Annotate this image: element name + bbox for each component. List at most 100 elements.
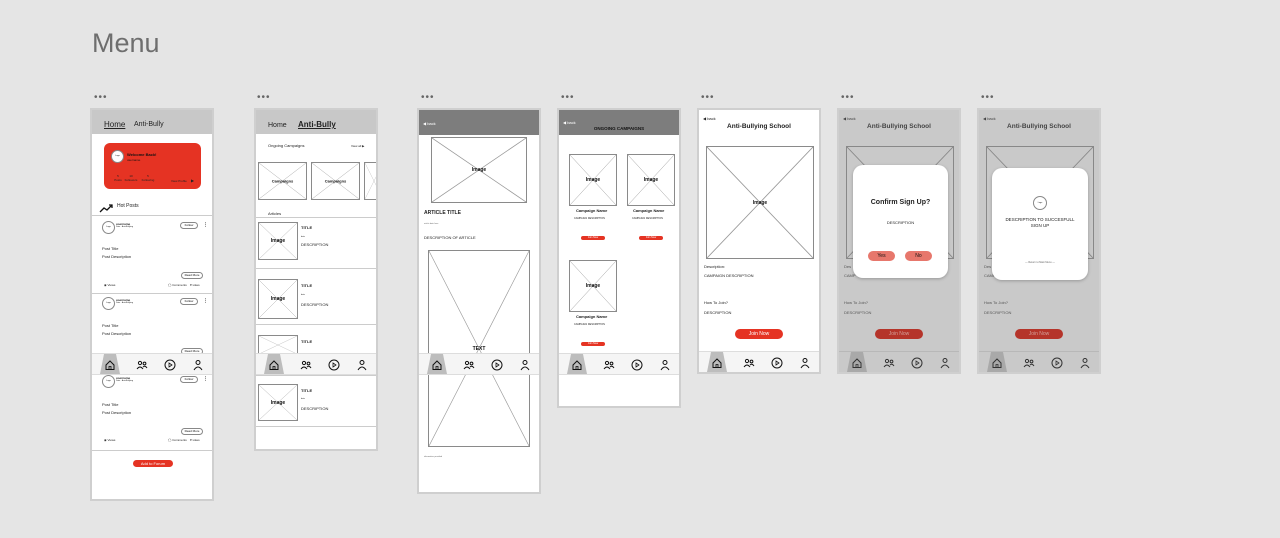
follow-button[interactable]: Follow <box>180 376 198 383</box>
post-meta: Date · Anti-Bullying <box>116 302 134 304</box>
frame-options-dots[interactable]: ••• <box>94 93 108 103</box>
article-date: date <box>301 398 305 400</box>
tab-anti-bully[interactable]: Anti-Bully <box>134 121 164 128</box>
play-icon[interactable] <box>1051 356 1063 369</box>
community-icon[interactable] <box>463 358 475 370</box>
play-icon[interactable] <box>631 358 643 371</box>
back-button[interactable]: ◀ back <box>843 116 856 121</box>
article-title: TITLE <box>301 388 313 393</box>
play-icon[interactable] <box>911 356 923 369</box>
divider <box>256 375 376 376</box>
play-icon[interactable] <box>164 358 176 371</box>
home-icon <box>268 358 280 370</box>
screen-confirm-signup: ◀ back Anti-Bullying School Des CAMP How… <box>837 108 961 374</box>
profile-icon[interactable] <box>1079 356 1091 369</box>
profile-icon[interactable] <box>799 356 811 369</box>
back-button[interactable]: ◀ back <box>983 116 996 121</box>
nav-home[interactable] <box>847 352 867 372</box>
back-button[interactable]: ◀ back <box>563 120 576 125</box>
community-icon[interactable] <box>136 358 148 370</box>
campaign-card[interactable]: Campaigns <box>258 162 307 200</box>
campaign-card[interactable]: Campaigns <box>311 162 360 200</box>
tab-home[interactable]: Home <box>104 120 125 129</box>
description-label: Des <box>844 264 852 269</box>
follow-button[interactable]: Follow <box>180 222 198 229</box>
no-button[interactable]: No <box>905 251 932 261</box>
add-to-forum-button[interactable]: Add to Forum <box>133 460 173 467</box>
frame-options-dots[interactable]: ••• <box>701 93 715 103</box>
community-icon[interactable] <box>1023 356 1035 368</box>
follow-button[interactable]: Follow <box>180 298 198 305</box>
profile-icon[interactable] <box>939 356 951 369</box>
profile-icon[interactable] <box>659 358 671 371</box>
back-button[interactable]: ◀ back <box>423 121 436 126</box>
views-count: ◉ Views <box>104 283 116 287</box>
how-to-join-label: How To Join? <box>984 300 1008 305</box>
divider <box>256 426 376 427</box>
comments-count[interactable]: ◯ Comments <box>168 438 187 442</box>
article-row[interactable]: Image TITLE date DESCRIPTION <box>256 219 376 269</box>
frame-options-dots[interactable]: ••• <box>561 93 575 103</box>
post-description: Post Description <box>102 410 132 415</box>
stat-followers: 10 Followers <box>124 174 138 182</box>
trending-icon <box>99 200 113 213</box>
play-icon[interactable] <box>328 358 340 371</box>
article-date: article date here <box>424 223 439 225</box>
post-card[interactable]: Logo username Date · Anti-Bullying Follo… <box>92 295 212 355</box>
confirm-description: DESCRIPTION <box>886 220 915 225</box>
likes-count[interactable]: ♥ Likes <box>190 438 200 442</box>
nav-home[interactable] <box>264 354 284 374</box>
nav-home[interactable] <box>427 354 447 374</box>
more-icon[interactable]: ⋮ <box>203 376 208 382</box>
tab-home[interactable]: Home <box>268 122 287 129</box>
view-profile-link[interactable]: View Profile <box>171 179 187 183</box>
post-card[interactable]: Logo username Date · Anti-Bullying Follo… <box>92 217 212 293</box>
nav-home[interactable] <box>987 352 1007 372</box>
play-icon[interactable] <box>771 356 783 369</box>
description-label: Des <box>984 264 992 269</box>
frame-options-dots[interactable]: ••• <box>257 93 271 103</box>
play-icon[interactable] <box>491 358 503 371</box>
likes-count[interactable]: ♥ Likes <box>190 283 200 287</box>
campaign-description: CAMPAIGN DESCRIPTION <box>574 217 605 220</box>
profile-icon[interactable] <box>192 358 204 371</box>
read-more-button[interactable]: Read More <box>181 272 203 279</box>
post-title: Post Title <box>102 323 119 328</box>
community-icon[interactable] <box>603 358 615 370</box>
home-icon <box>851 356 863 368</box>
logo: Logo <box>1033 196 1047 210</box>
post-card[interactable]: Logo username Date · Anti-Bullying Follo… <box>92 375 212 451</box>
article-description: DESCRIPTION <box>301 302 329 307</box>
comments-count[interactable]: ◯ Comments <box>168 283 187 287</box>
profile-icon[interactable] <box>519 358 531 371</box>
view-all-link[interactable]: View all ▶ <box>351 144 364 148</box>
back-button[interactable]: ◀ back <box>703 116 716 121</box>
tab-anti-bully[interactable]: Anti-Bully <box>298 120 336 129</box>
yes-button[interactable]: Yes <box>868 251 895 261</box>
community-icon[interactable] <box>300 358 312 370</box>
more-icon[interactable]: ⋮ <box>203 298 208 304</box>
community-icon[interactable] <box>883 356 895 368</box>
campaign-title: Anti-Bullying School <box>1007 123 1071 130</box>
join-now-button[interactable]: Join Now <box>735 329 783 339</box>
frame-options-dots[interactable]: ••• <box>841 93 855 103</box>
profile-icon[interactable] <box>356 358 368 371</box>
welcome-card: Logo Welcome Back! username 5 Posts 10 Fol… <box>104 143 201 189</box>
more-icon[interactable]: ⋮ <box>203 222 208 228</box>
nav-home[interactable] <box>100 354 120 374</box>
join-now-button[interactable]: Join Now <box>581 342 605 346</box>
comment-icon: ◯ <box>168 283 172 287</box>
join-now-button[interactable]: Join Now <box>639 236 663 240</box>
join-now-button[interactable]: Join Now <box>581 236 605 240</box>
campaign-card[interactable] <box>364 162 376 200</box>
nav-home[interactable] <box>707 352 727 372</box>
article-row[interactable]: Image TITLE date DESCRIPTION <box>256 377 376 427</box>
frame-options-dots[interactable]: ••• <box>981 93 995 103</box>
article-row[interactable]: Image TITLE date DESCRIPTION <box>256 270 376 325</box>
frame-options-dots[interactable]: ••• <box>421 93 435 103</box>
read-more-button[interactable]: Read More <box>181 428 203 435</box>
return-to-main-menu-link[interactable]: — Return to Main Menu — <box>992 261 1088 264</box>
nav-home[interactable] <box>567 354 587 374</box>
community-icon[interactable] <box>743 356 755 368</box>
article-row[interactable]: TITLE <box>256 326 376 355</box>
